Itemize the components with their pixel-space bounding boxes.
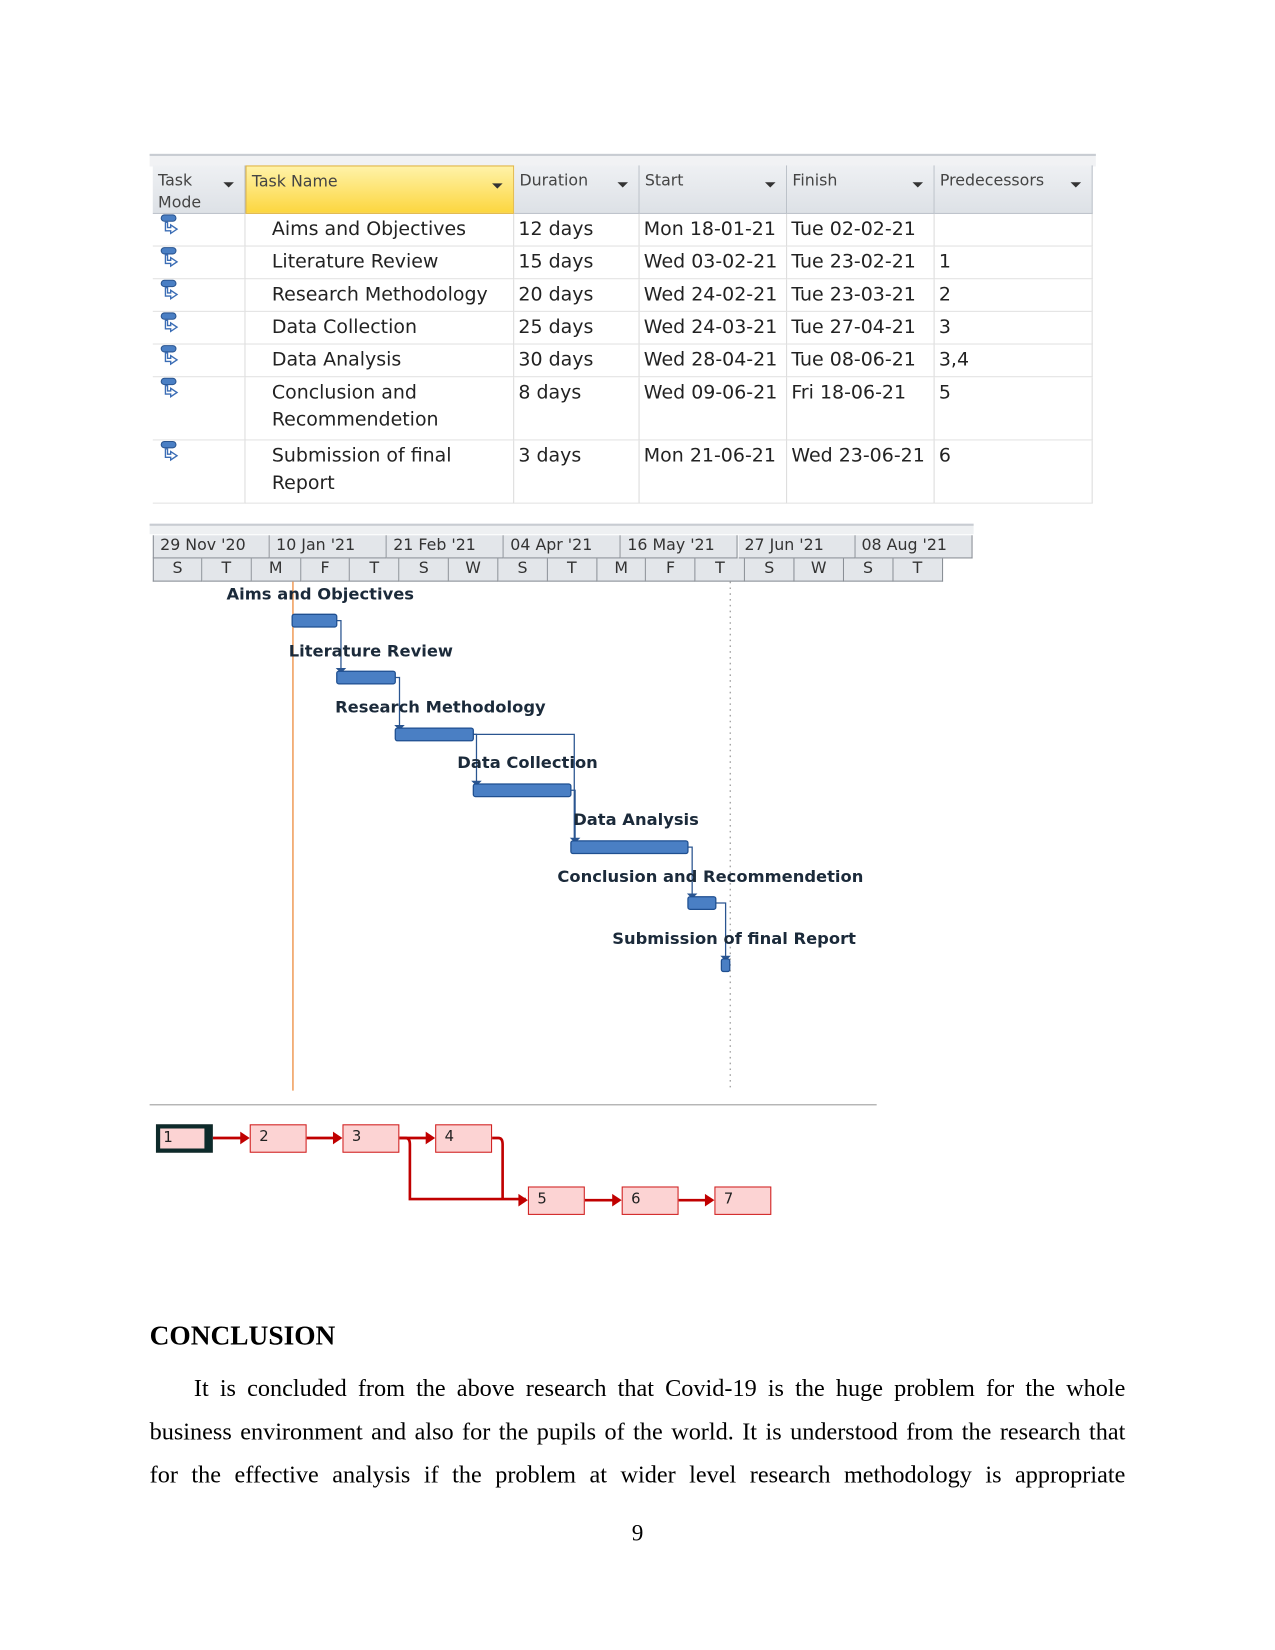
network-link	[492, 1136, 504, 1200]
network-node[interactable]: 6	[621, 1186, 679, 1215]
network-node[interactable]: 3	[342, 1124, 400, 1153]
paragraph-line: It is concluded from the above research …	[193, 1375, 1126, 1402]
network-diagram	[212, 1131, 715, 1207]
section-heading: CONCLUSION	[149, 1320, 336, 1351]
paragraph-line: business environment and also for the pu…	[149, 1418, 1126, 1445]
paragraph-line: for the effective analysis if the proble…	[149, 1461, 1126, 1488]
network-node[interactable]: 4	[435, 1124, 493, 1153]
link-arrow-icon	[240, 1131, 250, 1145]
network-node[interactable]: 2	[249, 1124, 307, 1153]
page-number: 9	[631, 1519, 644, 1546]
link-arrow-icon	[425, 1131, 436, 1145]
link-arrow-icon	[704, 1193, 715, 1207]
link-arrow-icon	[612, 1193, 622, 1207]
link-arrow-icon	[332, 1131, 343, 1145]
network-node[interactable]: 5	[527, 1186, 585, 1215]
network-node[interactable]: 1	[155, 1124, 213, 1153]
network-node[interactable]: 7	[714, 1186, 772, 1215]
link-arrow-icon	[518, 1193, 528, 1207]
